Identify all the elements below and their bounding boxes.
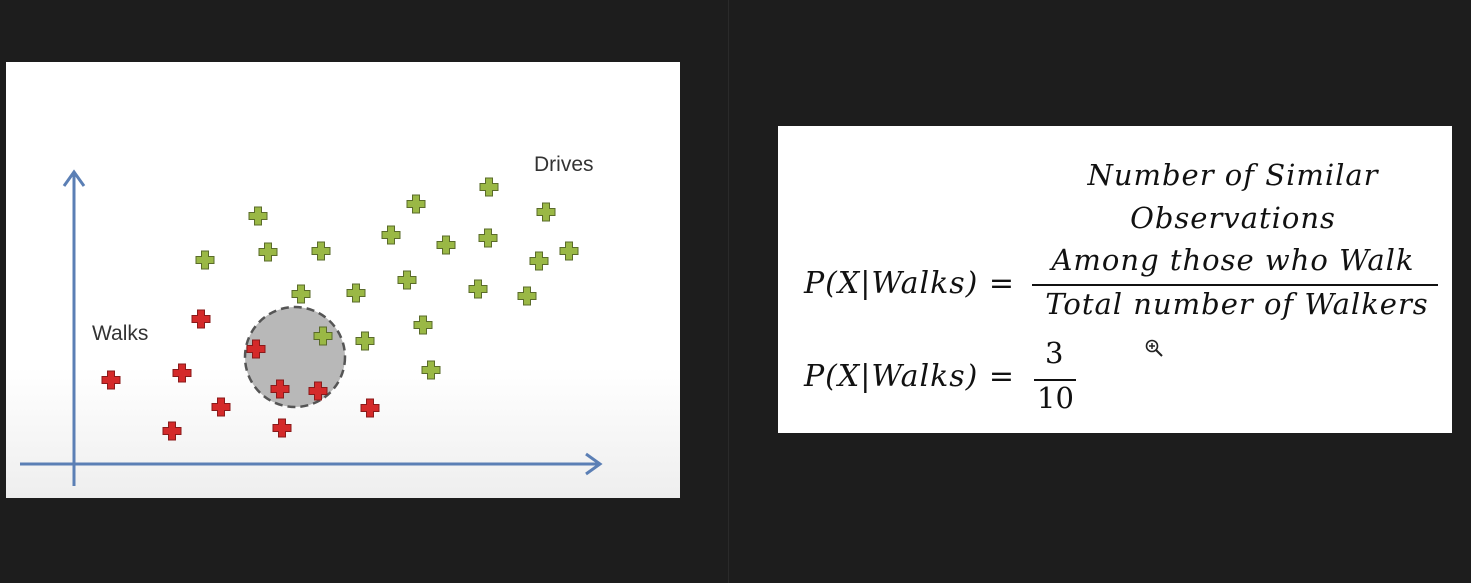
denominator-1: Total number of Walkers (1045, 287, 1429, 321)
formula-lhs-2: P(X|Walks) = (804, 359, 1016, 394)
formula-lhs-1: P(X|Walks) = (804, 266, 1016, 301)
drives-point (346, 283, 366, 303)
fraction-bar-1 (1032, 284, 1438, 286)
drives-point (291, 284, 311, 304)
drives-point (529, 251, 549, 271)
walks-label: Walks (92, 322, 148, 345)
drives-point (397, 270, 417, 290)
numerator-line-3: Among those who Walk (1051, 243, 1415, 277)
drives-point (479, 177, 499, 197)
drives-point (536, 202, 556, 222)
walks-point (360, 398, 380, 418)
drives-point (517, 286, 537, 306)
drives-point (436, 235, 456, 255)
walks-point (272, 418, 292, 438)
drives-point (355, 331, 375, 351)
numerator-line-2: Observations (1130, 201, 1336, 235)
drives-point (413, 315, 433, 335)
drives-point (258, 242, 278, 262)
drives-point (559, 241, 579, 261)
drives-point (478, 228, 498, 248)
numerator-2: 3 (1045, 336, 1064, 370)
zoom-in-cursor-icon (1145, 339, 1163, 357)
walks-point (162, 421, 182, 441)
drives-point (248, 206, 268, 226)
scatter-plot-panel: Walks Drives (6, 62, 680, 498)
walks-point (211, 397, 231, 417)
drives-point (311, 241, 331, 261)
drives-point (406, 194, 426, 214)
panel-divider (728, 0, 729, 583)
drives-point (468, 279, 488, 299)
drives-label: Drives (534, 153, 594, 176)
walks-point (172, 363, 192, 383)
formula-panel: Number of Similar Observations Among tho… (778, 126, 1452, 433)
denominator-2: 10 (1037, 381, 1074, 415)
walks-point (191, 309, 211, 329)
drives-point (195, 250, 215, 270)
scatter-plot: Walks Drives (20, 153, 603, 486)
numerator-line-1: Number of Similar (1087, 158, 1379, 192)
walks-point (101, 370, 121, 390)
drives-point (421, 360, 441, 380)
drives-point (381, 225, 401, 245)
